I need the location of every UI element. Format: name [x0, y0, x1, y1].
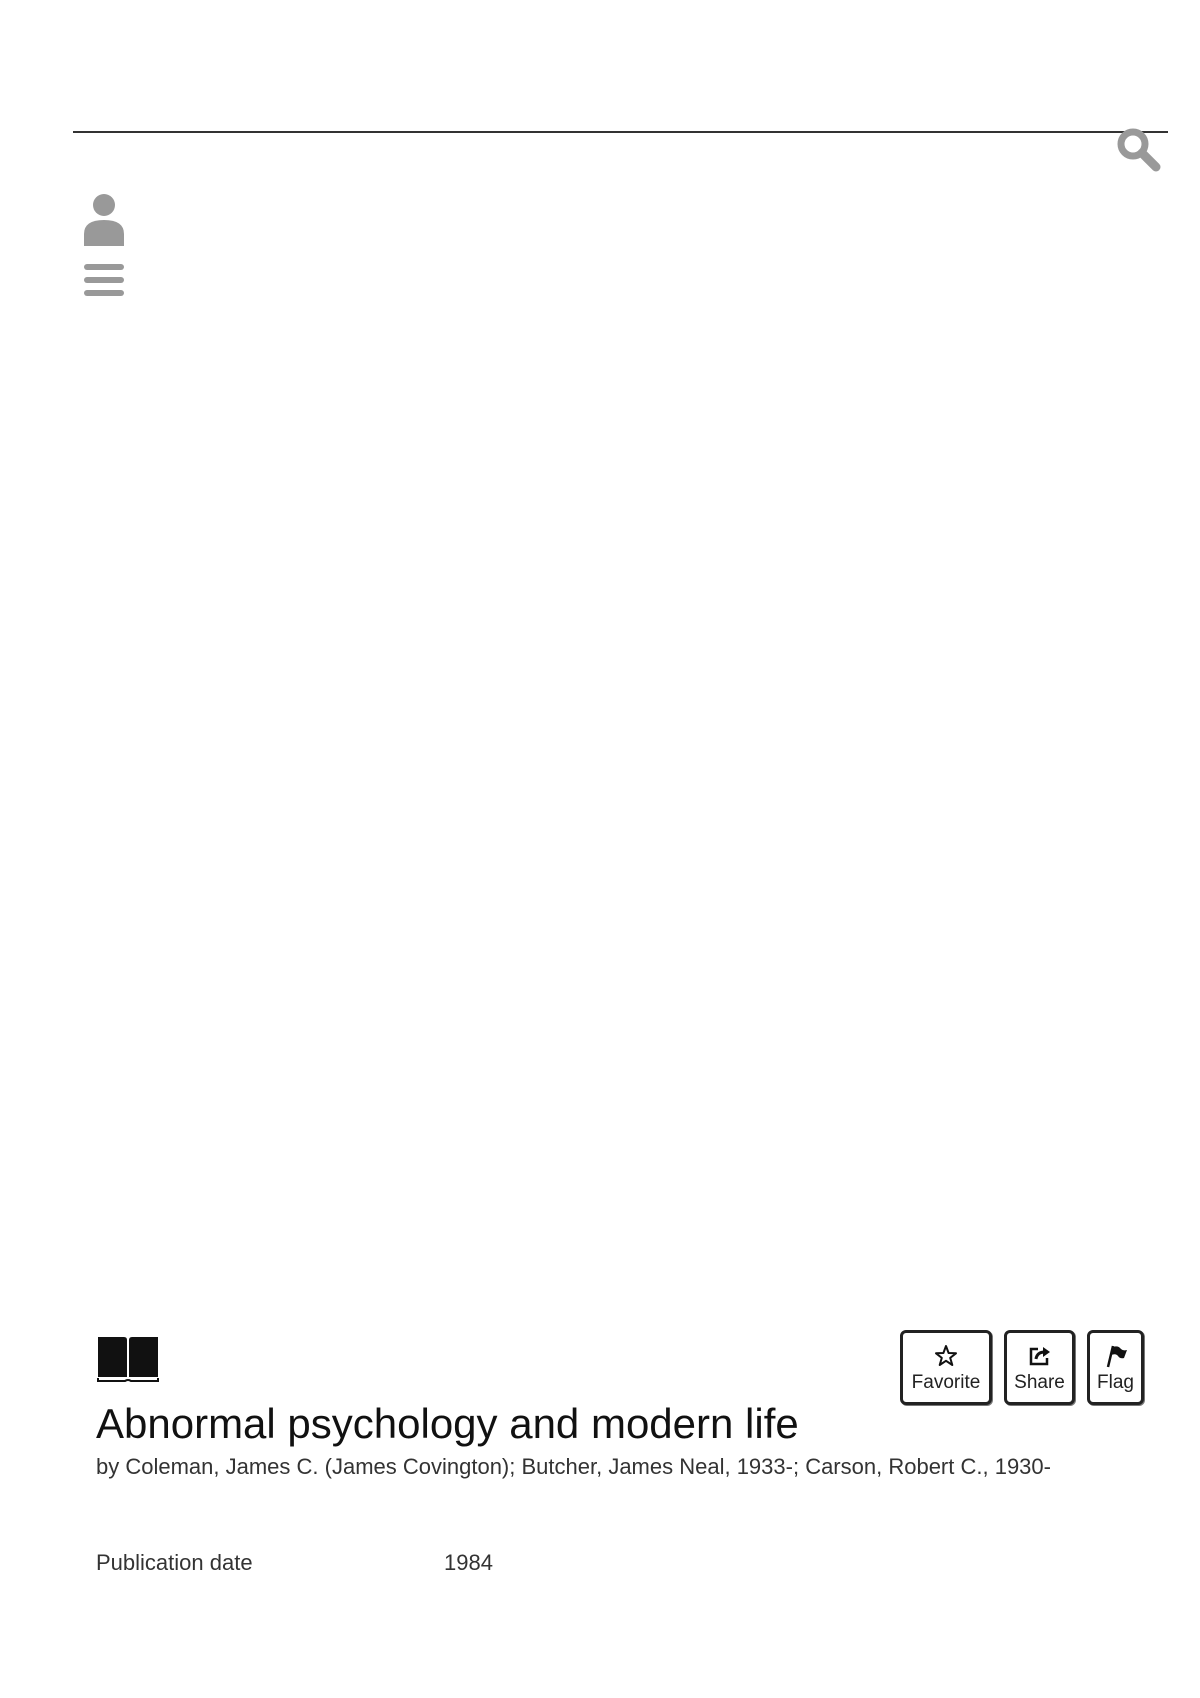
hamburger-menu-icon[interactable]	[83, 263, 125, 297]
item-byline: by Coleman, James C. (James Covington); …	[96, 1454, 1051, 1479]
item-title: Abnormal psychology and modern life	[96, 1400, 799, 1447]
search-underline	[73, 131, 1168, 133]
search-input[interactable]	[73, 92, 1117, 132]
book-icon	[96, 1334, 160, 1382]
flag-button[interactable]: Flag	[1087, 1330, 1144, 1405]
favorite-button[interactable]: Favorite	[900, 1330, 992, 1405]
flag-icon	[1106, 1345, 1127, 1367]
user-icon[interactable]	[82, 194, 126, 246]
flag-label: Flag	[1097, 1371, 1134, 1393]
search-icon[interactable]	[1116, 127, 1162, 173]
item-actions: Favorite Share Flag	[900, 1330, 1144, 1405]
metadata-value: 1984	[444, 1550, 493, 1575]
share-button[interactable]: Share	[1004, 1330, 1075, 1405]
metadata-key: Publication date	[96, 1550, 253, 1575]
share-icon	[1029, 1346, 1050, 1365]
favorite-label: Favorite	[911, 1371, 981, 1393]
star-icon	[935, 1344, 957, 1366]
metadata-row-publication-date: Publication date 1984	[96, 1548, 493, 1578]
share-label: Share	[1014, 1371, 1065, 1393]
